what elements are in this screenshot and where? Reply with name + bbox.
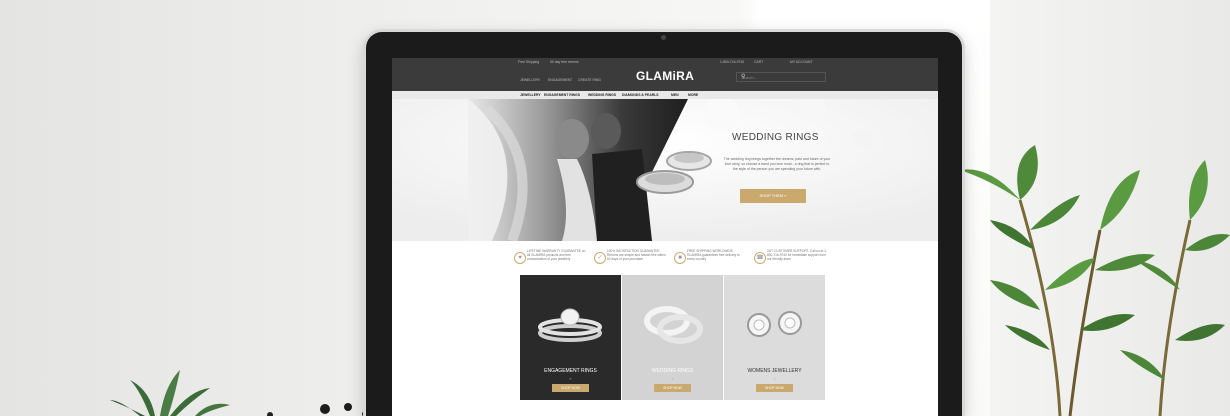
monitor: Free Shipping 60 day free returns 1-800-… <box>366 32 962 416</box>
feature-warranty: ♥ LIFETIME WARRANTY GUARANTEE on all GLA… <box>512 246 590 271</box>
feature-support: ☎ 24/7 CUSTOMER SUPPORT. Call us at 1-80… <box>752 246 830 271</box>
headset-icon: ☎ <box>754 252 766 264</box>
topbar-account[interactable]: MY ACCOUNT <box>790 60 813 64</box>
gift-icon: ♥ <box>514 252 526 264</box>
topbar-cart[interactable]: CART <box>754 60 763 64</box>
wedding-ring-image <box>644 306 703 344</box>
feature-satisfaction: ✓ 100% SATISFACTION GUARANTEE. Returns a… <box>592 246 670 271</box>
nav-item-more[interactable]: MORE <box>688 93 698 97</box>
chevron-down-icon: » <box>773 376 776 381</box>
hero-banner: WEDDING RINGS The wedding ring brings to… <box>392 99 938 241</box>
check-icon: ✓ <box>594 252 606 264</box>
feature-text: 100% SATISFACTION GUARANTEE. Returns are… <box>607 249 666 262</box>
shop-now-button[interactable]: SHOP NOW <box>654 384 691 392</box>
hero-title: WEDDING RINGS <box>732 132 819 143</box>
topbar-shipping: Free Shipping <box>518 60 540 64</box>
site-header: Free Shipping 60 day free returns 1-800-… <box>392 58 938 91</box>
shop-them-button[interactable]: SHOP THEM » <box>740 189 806 203</box>
tile-womens-jewellery[interactable]: WOMENS JEWELLERY » SHOP NOW <box>724 275 825 400</box>
earrings-image <box>747 311 802 337</box>
nav-item-wedding-rings[interactable]: WEDDING RINGS <box>588 93 616 97</box>
tile-label: WOMENS JEWELLERY <box>747 368 802 374</box>
left-plant <box>110 370 368 416</box>
shop-now-button[interactable]: SHOP NOW <box>552 384 589 392</box>
topbar-phone[interactable]: 1-800-716-9740 <box>720 60 744 64</box>
tile-wedding-rings[interactable]: WEDDING RINGS » SHOP NOW <box>622 275 723 400</box>
search-icon[interactable]: ⚲ <box>741 73 822 80</box>
topbar-returns: 60 day free returns <box>550 60 579 64</box>
truck-icon: ■ <box>674 252 686 264</box>
main-nav: JEWELLERY ENGAGEMENT RINGS WEDDING RINGS… <box>392 91 938 99</box>
engagement-ring-image <box>538 308 602 342</box>
feature-text: LIFETIME WARRANTY GUARANTEE on all GLAMI… <box>527 249 586 262</box>
feature-strip: ♥ LIFETIME WARRANTY GUARANTEE on all GLA… <box>512 246 832 271</box>
hero-description: The wedding ring brings together the dre… <box>723 157 831 171</box>
search-input[interactable]: Search... ⚲ <box>736 72 826 82</box>
nav-item-diamonds[interactable]: DIAMONDS & PEARLS <box>622 93 659 97</box>
shop-now-button[interactable]: SHOP NOW <box>756 384 793 392</box>
webcam <box>661 35 666 40</box>
nav-item-men[interactable]: MEN <box>671 93 679 97</box>
feature-text: 24/7 CUSTOMER SUPPORT. Call us at 1-800-… <box>767 249 827 262</box>
right-plant <box>960 145 1230 416</box>
sub-link-create-ring[interactable]: CREATE RING <box>578 78 601 82</box>
feature-text: FREE SHIPPING WORLDWIDE. GLAMIRA guarant… <box>687 249 740 262</box>
chevron-down-icon: » <box>671 376 674 381</box>
sub-link-jewellery[interactable]: JEWELLERY <box>520 78 540 82</box>
hero-couple-photo <box>392 99 938 241</box>
website-screen: Free Shipping 60 day free returns 1-800-… <box>392 58 938 416</box>
sub-link-engagement[interactable]: ENGAGEMENT <box>548 78 572 82</box>
tile-engagement-rings[interactable]: ENGAGEMENT RINGS » SHOP NOW <box>520 275 621 400</box>
nav-item-engagement-rings[interactable]: ENGAGEMENT RINGS <box>544 93 580 97</box>
tile-label: ENGAGEMENT RINGS <box>544 368 597 374</box>
tile-label: WEDDING RINGS <box>651 368 694 374</box>
site-logo[interactable]: GLAMiRA <box>636 69 694 83</box>
nav-item-jewellery[interactable]: JEWELLERY <box>520 93 541 97</box>
feature-shipping: ■ FREE SHIPPING WORLDWIDE. GLAMIRA guara… <box>672 246 750 271</box>
chevron-down-icon: » <box>569 376 572 381</box>
